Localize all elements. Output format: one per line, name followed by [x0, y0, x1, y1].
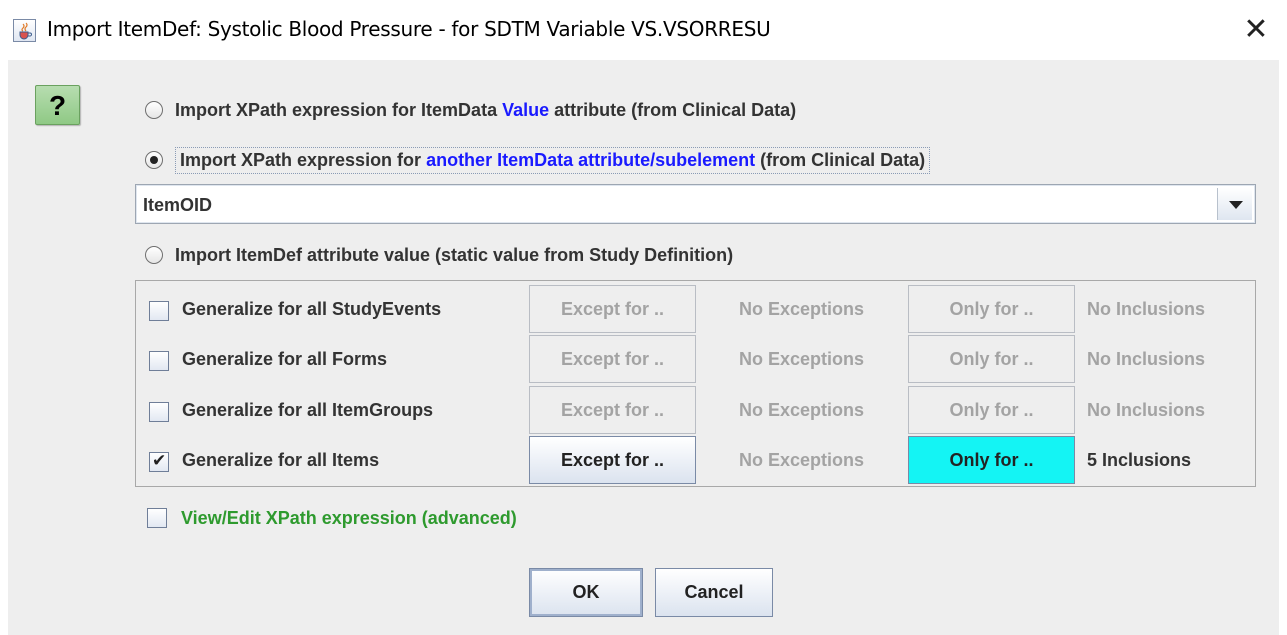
- except-for-button[interactable]: Except for ..: [529, 436, 696, 484]
- help-button[interactable]: ?: [35, 85, 80, 125]
- option-highlight: another ItemData attribute/subelement: [426, 149, 756, 170]
- only-for-button[interactable]: Only for ..: [908, 335, 1075, 383]
- inclusions-status: No Inclusions: [1087, 400, 1206, 420]
- generalize-panel: Generalize for all StudyEvents Except fo…: [135, 280, 1256, 487]
- generalize-label: Generalize for all Forms: [182, 349, 388, 369]
- radio-button-selected[interactable]: [145, 151, 163, 169]
- option-label: Import ItemDef attribute value (static v…: [175, 244, 734, 265]
- cancel-button[interactable]: Cancel: [655, 568, 773, 617]
- generalize-itemgroups-checkbox[interactable]: [149, 402, 169, 422]
- generalize-row-forms: Generalize for all Forms Except for .. N…: [136, 335, 1255, 385]
- generalize-items-checkbox[interactable]: [149, 451, 169, 472]
- exceptions-status: No Exceptions: [739, 349, 865, 369]
- close-button[interactable]: ✕: [1236, 12, 1276, 48]
- radio-import-other-attribute[interactable]: Import XPath expression for another Item…: [145, 145, 931, 175]
- option-text: Import XPath expression for: [180, 149, 427, 170]
- generalize-forms-checkbox[interactable]: [149, 351, 169, 371]
- advanced-xpath-label: View/Edit XPath expression (advanced): [181, 508, 517, 528]
- title-bar: Import ItemDef: Systolic Blood Pressure …: [0, 0, 1287, 60]
- generalize-row-itemgroups: Generalize for all ItemGroups Except for…: [136, 386, 1255, 436]
- attribute-select[interactable]: ItemOID: [135, 184, 1256, 224]
- generalize-studyevents-checkbox[interactable]: [149, 301, 169, 321]
- window-title: Import ItemDef: Systolic Blood Pressure …: [47, 17, 771, 41]
- generalize-row-items: Generalize for all Items Except for .. N…: [136, 436, 1255, 486]
- option-text: (from Clinical Data): [755, 149, 926, 170]
- only-for-button[interactable]: Only for ..: [908, 386, 1075, 434]
- radio-import-static-value[interactable]: Import ItemDef attribute value (static v…: [145, 240, 733, 270]
- except-for-button[interactable]: Except for ..: [529, 285, 696, 333]
- option-text: Import XPath expression for ItemData: [175, 99, 503, 120]
- radio-button[interactable]: [145, 246, 163, 264]
- only-for-button[interactable]: Only for ..: [908, 285, 1075, 333]
- ok-button[interactable]: OK: [529, 568, 643, 617]
- generalize-label: Generalize for all Items: [182, 450, 380, 470]
- exceptions-status: No Exceptions: [739, 400, 865, 420]
- inclusions-status: No Inclusions: [1087, 349, 1206, 369]
- java-cup-icon: [13, 19, 36, 42]
- attribute-select-value: ItemOID: [143, 195, 213, 215]
- generalize-row-studyevents: Generalize for all StudyEvents Except fo…: [136, 285, 1255, 335]
- chevron-down-icon[interactable]: [1217, 188, 1252, 220]
- option-text: attribute (from Clinical Data): [549, 99, 797, 120]
- only-for-button[interactable]: Only for ..: [908, 436, 1075, 484]
- except-for-button[interactable]: Except for ..: [529, 386, 696, 434]
- exceptions-status: No Exceptions: [739, 299, 865, 319]
- generalize-label: Generalize for all StudyEvents: [182, 299, 442, 319]
- radio-import-value[interactable]: Import XPath expression for ItemData Val…: [145, 95, 796, 125]
- radio-button[interactable]: [145, 101, 163, 119]
- option-label: Import XPath expression for another Item…: [175, 146, 931, 174]
- inclusions-status: No Inclusions: [1087, 299, 1206, 319]
- option-highlight: Value: [502, 99, 550, 120]
- option-label: Import XPath expression for ItemData Val…: [175, 100, 796, 121]
- inclusions-status: 5 Inclusions: [1087, 450, 1192, 470]
- generalize-label: Generalize for all ItemGroups: [182, 400, 434, 420]
- except-for-button[interactable]: Except for ..: [529, 335, 696, 383]
- advanced-xpath-checkbox[interactable]: [147, 508, 167, 528]
- exceptions-status: No Exceptions: [739, 450, 865, 470]
